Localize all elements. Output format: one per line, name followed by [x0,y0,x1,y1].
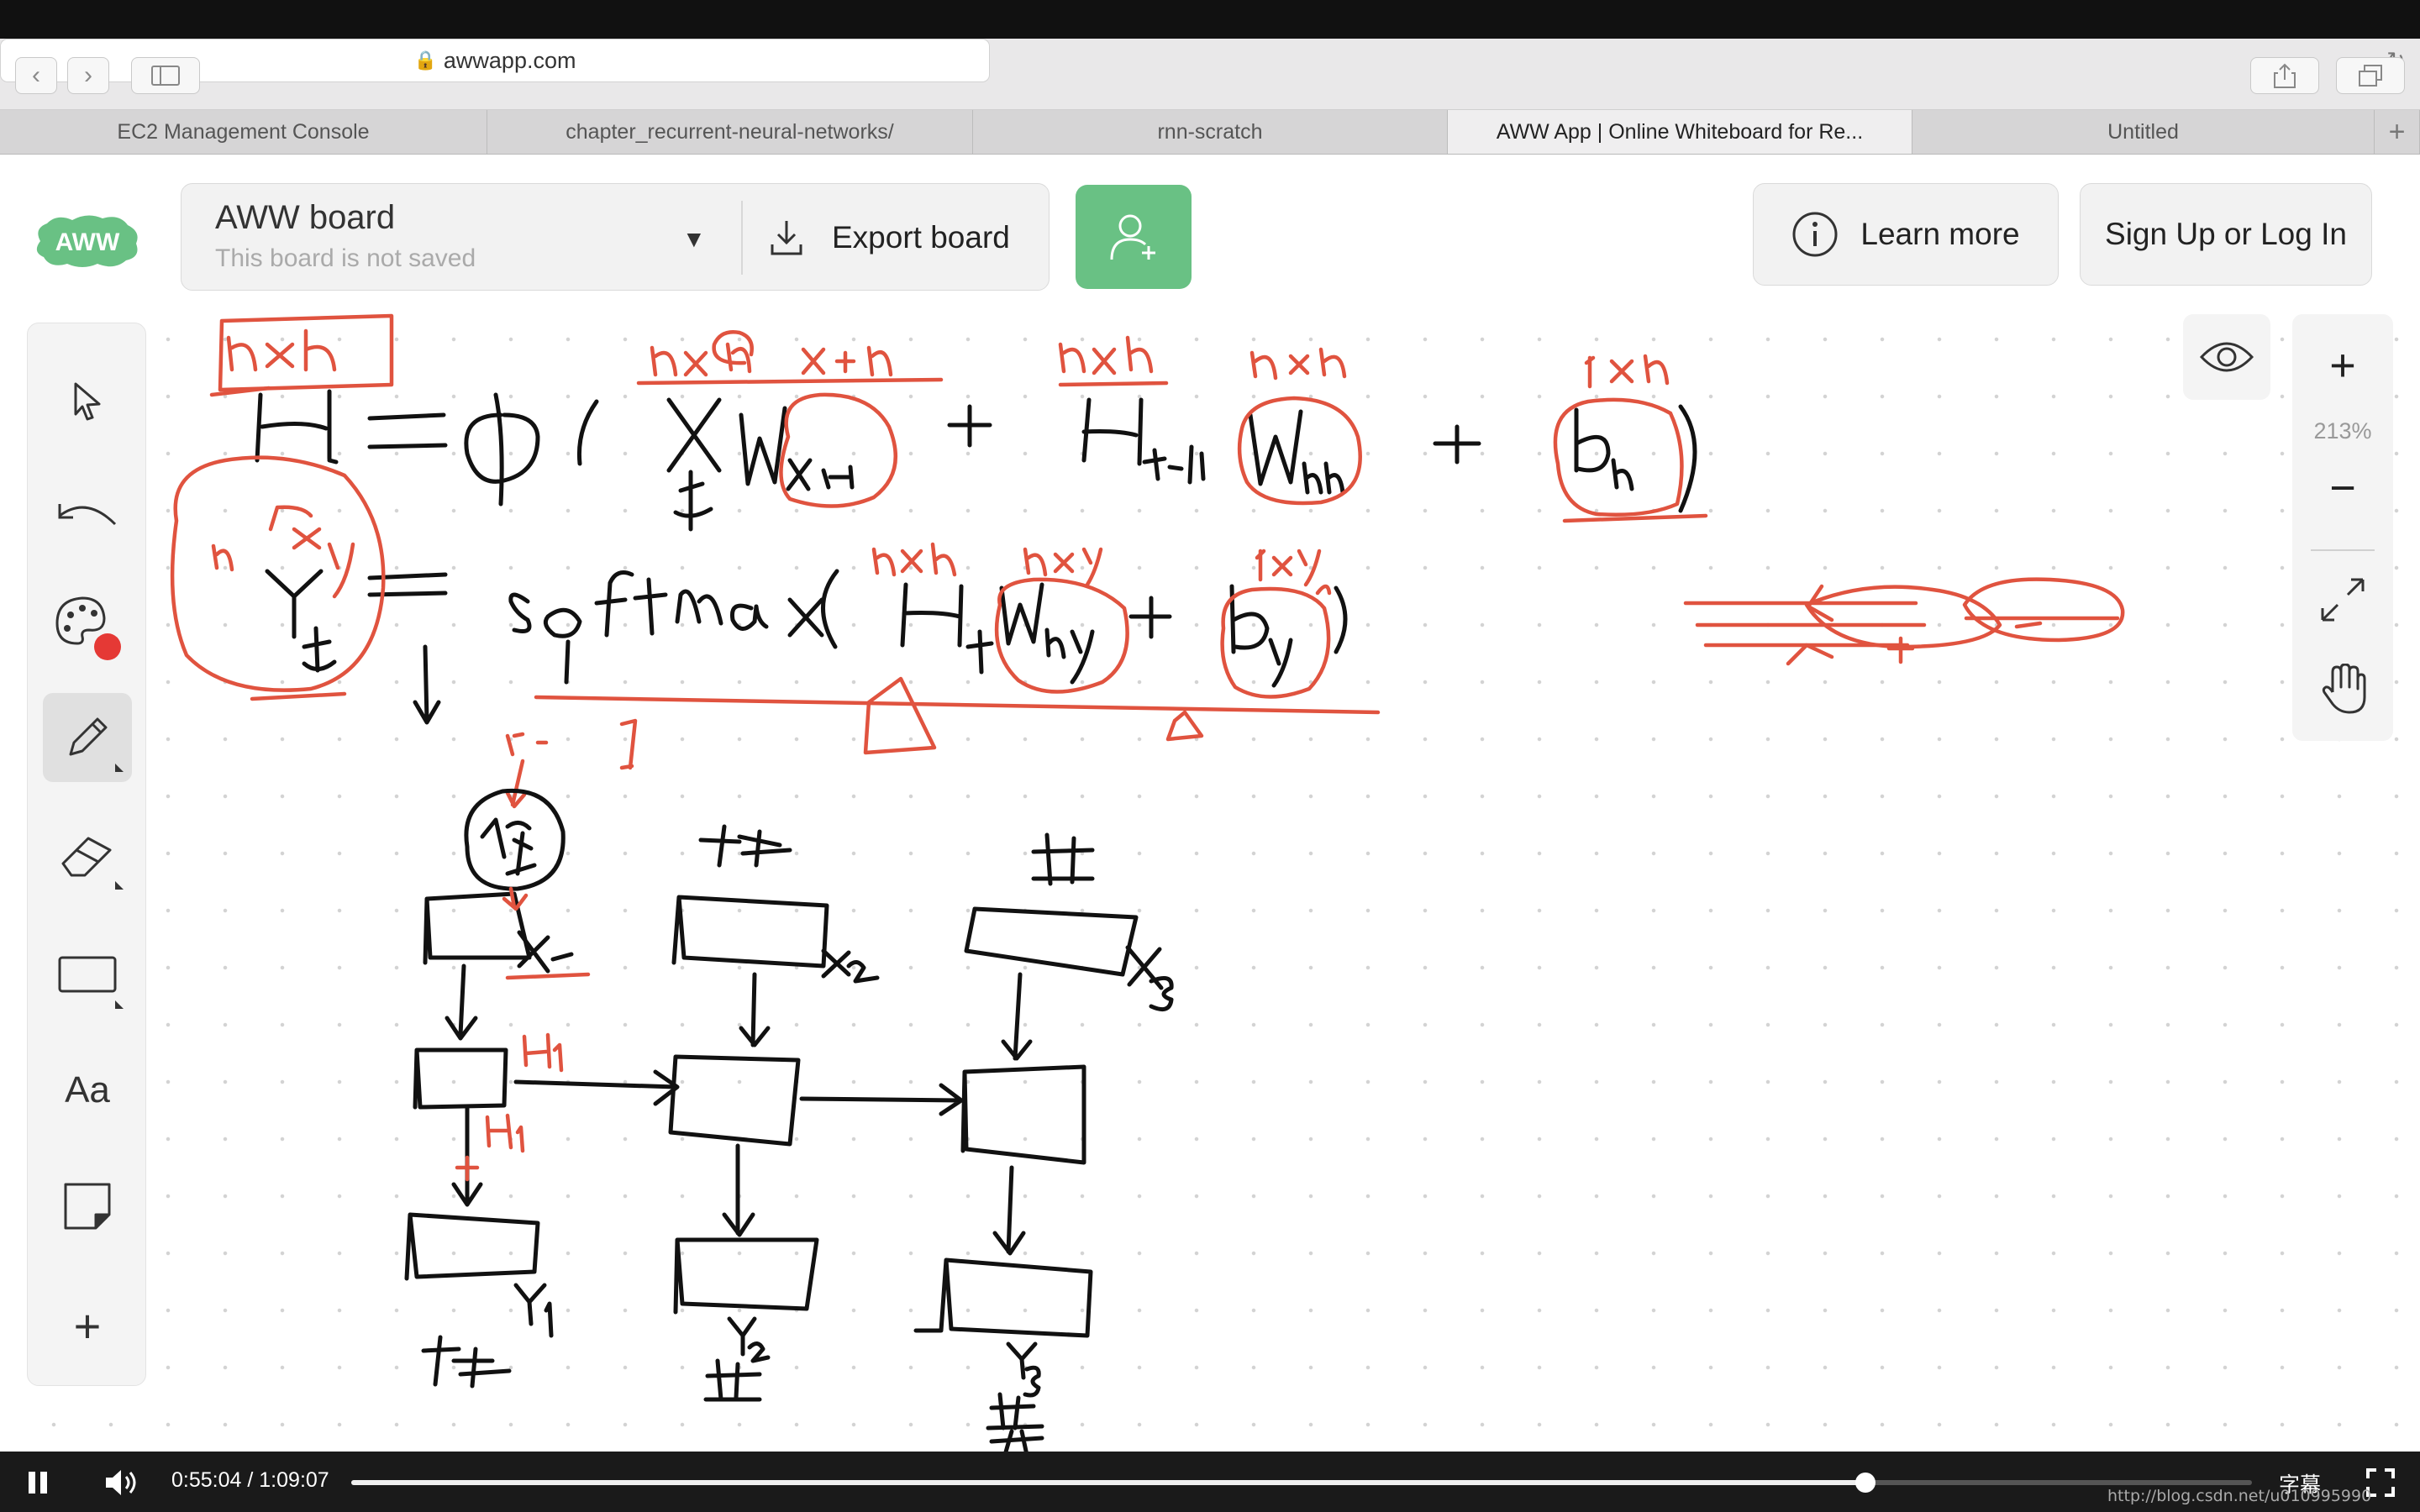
progress-knob[interactable] [1855,1473,1876,1493]
duration: 1:09:07 [259,1468,329,1492]
time-separator: / [247,1468,254,1492]
equation-1-annotations [209,313,1708,523]
playback-time: 0:55:04 / 1:09:07 [171,1468,329,1493]
video-player-controls: 0:55:04 / 1:09:07 字幕 [0,1452,2420,1512]
equation-2-annotations [170,455,2125,809]
volume-icon[interactable] [104,1468,141,1497]
equation-2-strokes [265,569,1348,725]
rnn-diagram-strokes [404,788,1174,1457]
current-time: 0:55:04 [171,1468,242,1492]
equation-1-strokes [255,389,1697,532]
watermark: http://blog.csdn.net/u010995990 [2107,1487,2372,1505]
whiteboard-drawing [170,313,2125,1457]
pause-icon[interactable] [25,1470,50,1495]
progress-fill [351,1480,1866,1485]
progress-bar[interactable] [351,1473,2252,1493]
